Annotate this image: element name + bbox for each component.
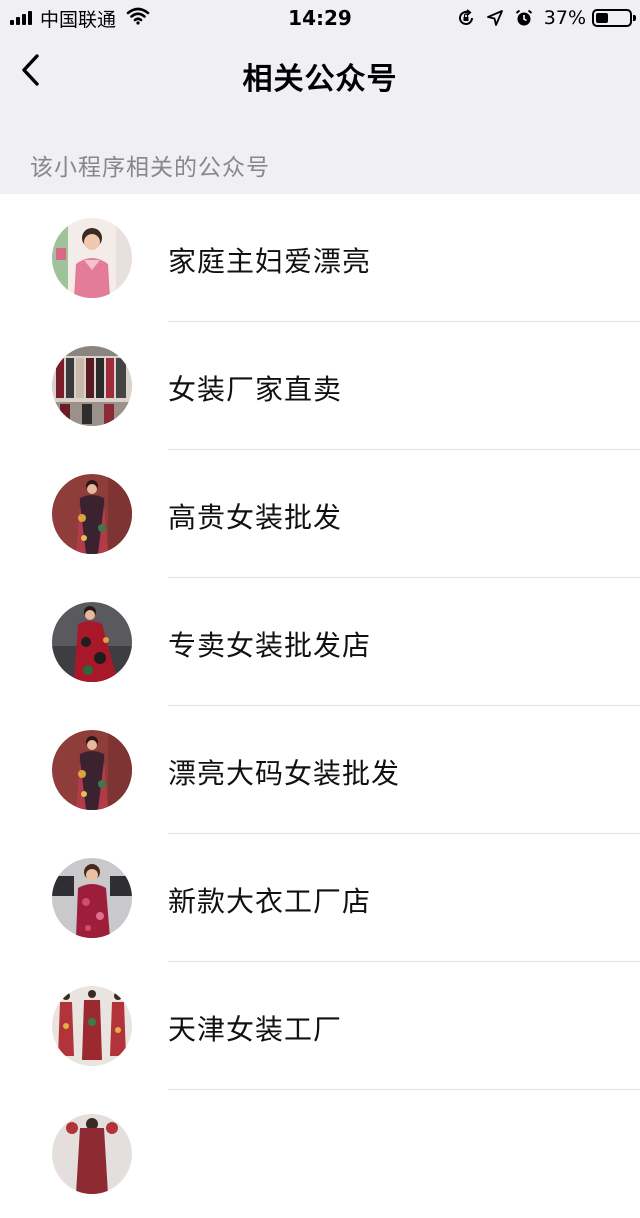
list-item[interactable]: 天津女装工厂 [0, 962, 640, 1090]
list-item[interactable]: 家庭主妇爱漂亮 [0, 194, 640, 322]
account-avatar [52, 858, 132, 938]
account-name: 家庭主妇爱漂亮 [168, 245, 372, 278]
list-item[interactable]: 高贵女装批发 [0, 450, 640, 578]
location-icon [486, 9, 504, 27]
battery-icon [592, 9, 636, 27]
list-item[interactable]: 新款大衣工厂店 [0, 834, 640, 962]
list-item[interactable]: 专卖女装批发店 [0, 578, 640, 706]
header-area: 中国联通 14:29 37% 相关公众号 该小程序相关的公众号 [0, 0, 640, 194]
account-avatar [52, 346, 132, 426]
account-avatar [52, 1114, 132, 1194]
account-name: 漂亮大码女装批发 [168, 757, 401, 790]
section-header: 该小程序相关的公众号 [30, 155, 270, 181]
alarm-icon [514, 8, 534, 28]
battery-percent: 37% [543, 7, 586, 29]
account-avatar [52, 986, 132, 1066]
page-title: 相关公众号 [242, 62, 398, 97]
orientation-lock-icon [456, 8, 476, 28]
account-avatar [52, 218, 132, 298]
account-name: 专卖女装批发店 [168, 629, 372, 662]
navigation-bar: 相关公众号 [0, 36, 640, 108]
list-item[interactable] [0, 1090, 640, 1218]
account-name: 女装厂家直卖 [168, 373, 343, 406]
account-avatar [52, 602, 132, 682]
account-name: 天津女装工厂 [168, 1013, 343, 1046]
status-bar: 中国联通 14:29 37% [0, 0, 640, 36]
account-name: 新款大衣工厂店 [168, 885, 372, 918]
list-item[interactable]: 女装厂家直卖 [0, 322, 640, 450]
account-avatar [52, 474, 132, 554]
account-name: 高贵女装批发 [168, 501, 343, 534]
account-avatar [52, 730, 132, 810]
account-list: 家庭主妇爱漂亮 女装厂家直卖 [0, 194, 640, 1218]
list-item[interactable]: 漂亮大码女装批发 [0, 706, 640, 834]
